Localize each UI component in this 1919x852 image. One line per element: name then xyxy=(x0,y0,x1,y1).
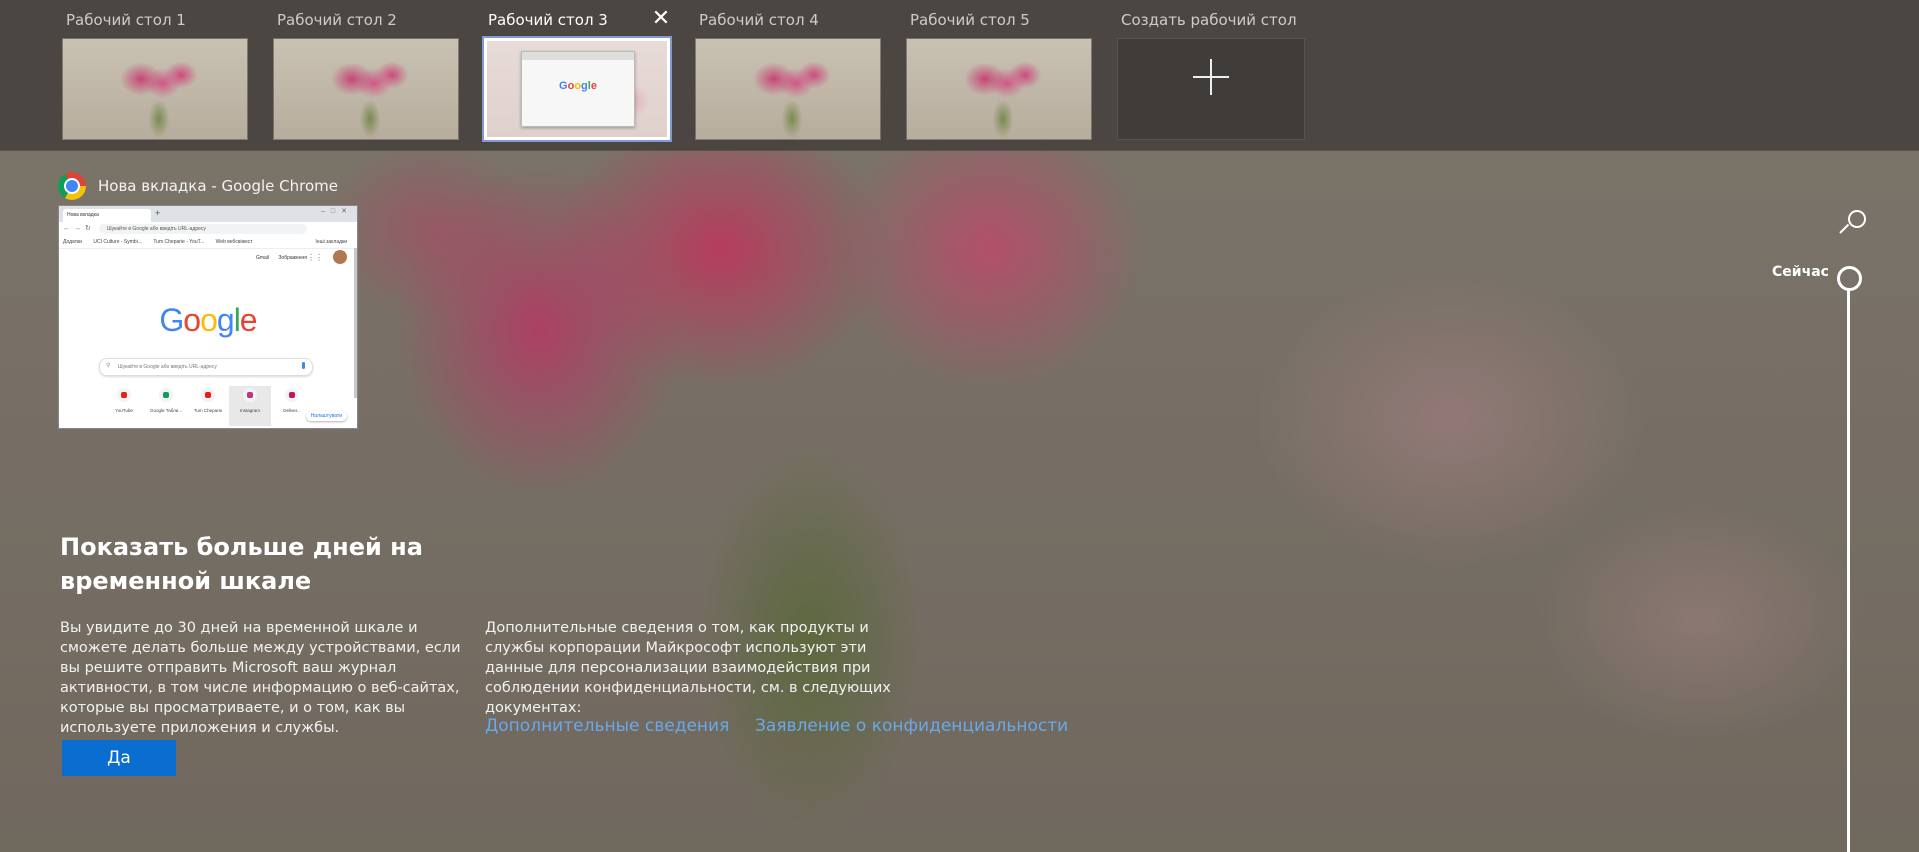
more-info-link[interactable]: Дополнительные сведения xyxy=(485,716,729,736)
timeline-scrollbar[interactable] xyxy=(1847,290,1850,852)
window-thumbnail[interactable]: Нова вкладка + –□✕ ←→↻ Шукайте в Google … xyxy=(58,205,358,429)
mini-window-bar xyxy=(522,52,634,60)
mini-window: Google xyxy=(521,51,635,127)
bookmark-other: Інші закладки xyxy=(315,239,347,245)
desktop-thumbnail[interactable]: Google xyxy=(482,36,672,142)
shortcut-video: Tum Cheparie xyxy=(187,386,229,426)
browser-tabstrip: Нова вкладка + –□✕ xyxy=(59,206,357,222)
mini-google-logo: Google xyxy=(559,80,597,92)
window-title-row[interactable]: Нова вкладка - Google Chrome xyxy=(58,172,338,200)
customize-button: Налаштувати xyxy=(305,411,347,421)
avatar xyxy=(333,250,347,264)
sheets-icon xyxy=(159,388,173,402)
new-desktop-label: Создать рабочий стол xyxy=(1121,11,1297,29)
timeline-now-label: Сейчас xyxy=(1772,264,1829,280)
youtube-icon xyxy=(117,388,131,402)
desktop-thumbnail[interactable] xyxy=(906,38,1092,140)
desktop-label: Рабочий стол 3 xyxy=(488,11,608,29)
google-top-links: Gmail Зображення xyxy=(248,255,307,261)
shortcuts: YouTube Google Табли... Tum Cheparie Ins… xyxy=(103,386,313,426)
scrollbar xyxy=(354,248,357,398)
bookmark-item: UCI Culture - Symbi... xyxy=(93,239,142,245)
shortcut-sheets: Google Табли... xyxy=(145,386,187,426)
shortcut-deliver: Deliver... xyxy=(271,386,313,426)
bookmarks-bar: Додатки UCI Culture - Symbi... Tum Chepa… xyxy=(59,236,357,249)
yes-button[interactable]: Да xyxy=(62,740,176,776)
search-icon-ring xyxy=(1848,210,1866,228)
bookmark-item: Додатки xyxy=(63,239,82,245)
promo-more-info: Дополнительные сведения о том, как проду… xyxy=(485,620,891,716)
desktop-3[interactable]: Рабочий стол 3 ✕ Google xyxy=(482,0,674,150)
desktop-label: Рабочий стол 5 xyxy=(910,11,1030,29)
promo-title: Показать больше дней на временной шкале xyxy=(60,533,423,595)
apps-grid-icon: ⋮⋮ xyxy=(307,253,323,262)
desktop-label: Рабочий стол 1 xyxy=(66,11,186,29)
close-icon[interactable]: ✕ xyxy=(650,8,672,30)
search-icon: ⚲ xyxy=(106,363,111,369)
bookmark-item: Tum Cheparie - YouT... xyxy=(153,239,205,245)
privacy-statement-link[interactable]: Заявление о конфиденциальности xyxy=(755,716,1068,736)
desktop-1[interactable]: Рабочий стол 1 xyxy=(62,0,252,150)
desktop-2[interactable]: Рабочий стол 2 xyxy=(273,0,463,150)
instagram-icon xyxy=(243,388,257,402)
window-controls-icon: –□✕ xyxy=(321,208,353,215)
promo-body: Вы увидите до 30 дней на временной шкале… xyxy=(60,620,461,736)
gmail-link: Gmail xyxy=(255,255,270,261)
images-link: Зображення xyxy=(278,255,307,261)
youtube-icon xyxy=(201,388,215,402)
new-tab-icon: + xyxy=(155,208,161,218)
desktop-label: Рабочий стол 4 xyxy=(699,11,819,29)
desktop-thumbnail[interactable] xyxy=(695,38,881,140)
browser-toolbar: ←→↻ Шукайте в Google або введіть URL-адр… xyxy=(59,222,357,236)
desktop-thumbnail[interactable] xyxy=(273,38,459,140)
shortcut-youtube: YouTube xyxy=(103,386,145,426)
google-logo: Google xyxy=(159,302,257,338)
search-icon-handle xyxy=(1839,223,1850,234)
window-title: Нова вкладка - Google Chrome xyxy=(98,177,339,195)
google-search-box: Шукайте в Google або введіть URL-адресу xyxy=(99,358,313,376)
chrome-icon xyxy=(58,172,86,200)
nav-arrows-icon: ←→↻ xyxy=(63,225,95,232)
shortcut-instagram: Instagram xyxy=(229,386,271,426)
desktop-thumbnail[interactable] xyxy=(62,38,248,140)
browser-tab: Нова вкладка xyxy=(63,209,151,222)
timeline-now-marker[interactable] xyxy=(1837,266,1862,291)
mic-icon xyxy=(302,362,305,369)
virtual-desktops-bar: Рабочий стол 1 Рабочий стол 2 Рабочий ст… xyxy=(0,0,1919,151)
new-desktop-button[interactable] xyxy=(1117,38,1305,140)
plus-icon xyxy=(1193,59,1229,95)
site-icon xyxy=(285,388,299,402)
desktop-4[interactable]: Рабочий стол 4 xyxy=(695,0,885,150)
new-desktop[interactable]: Создать рабочий стол xyxy=(1117,0,1317,150)
address-bar: Шукайте в Google або введіть URL-адресу xyxy=(99,224,307,234)
desktop-label: Рабочий стол 2 xyxy=(277,11,397,29)
bookmark-item: Web вебсвіжест xyxy=(215,239,253,245)
search-icon[interactable] xyxy=(1838,208,1866,236)
desktop-5[interactable]: Рабочий стол 5 xyxy=(906,0,1096,150)
